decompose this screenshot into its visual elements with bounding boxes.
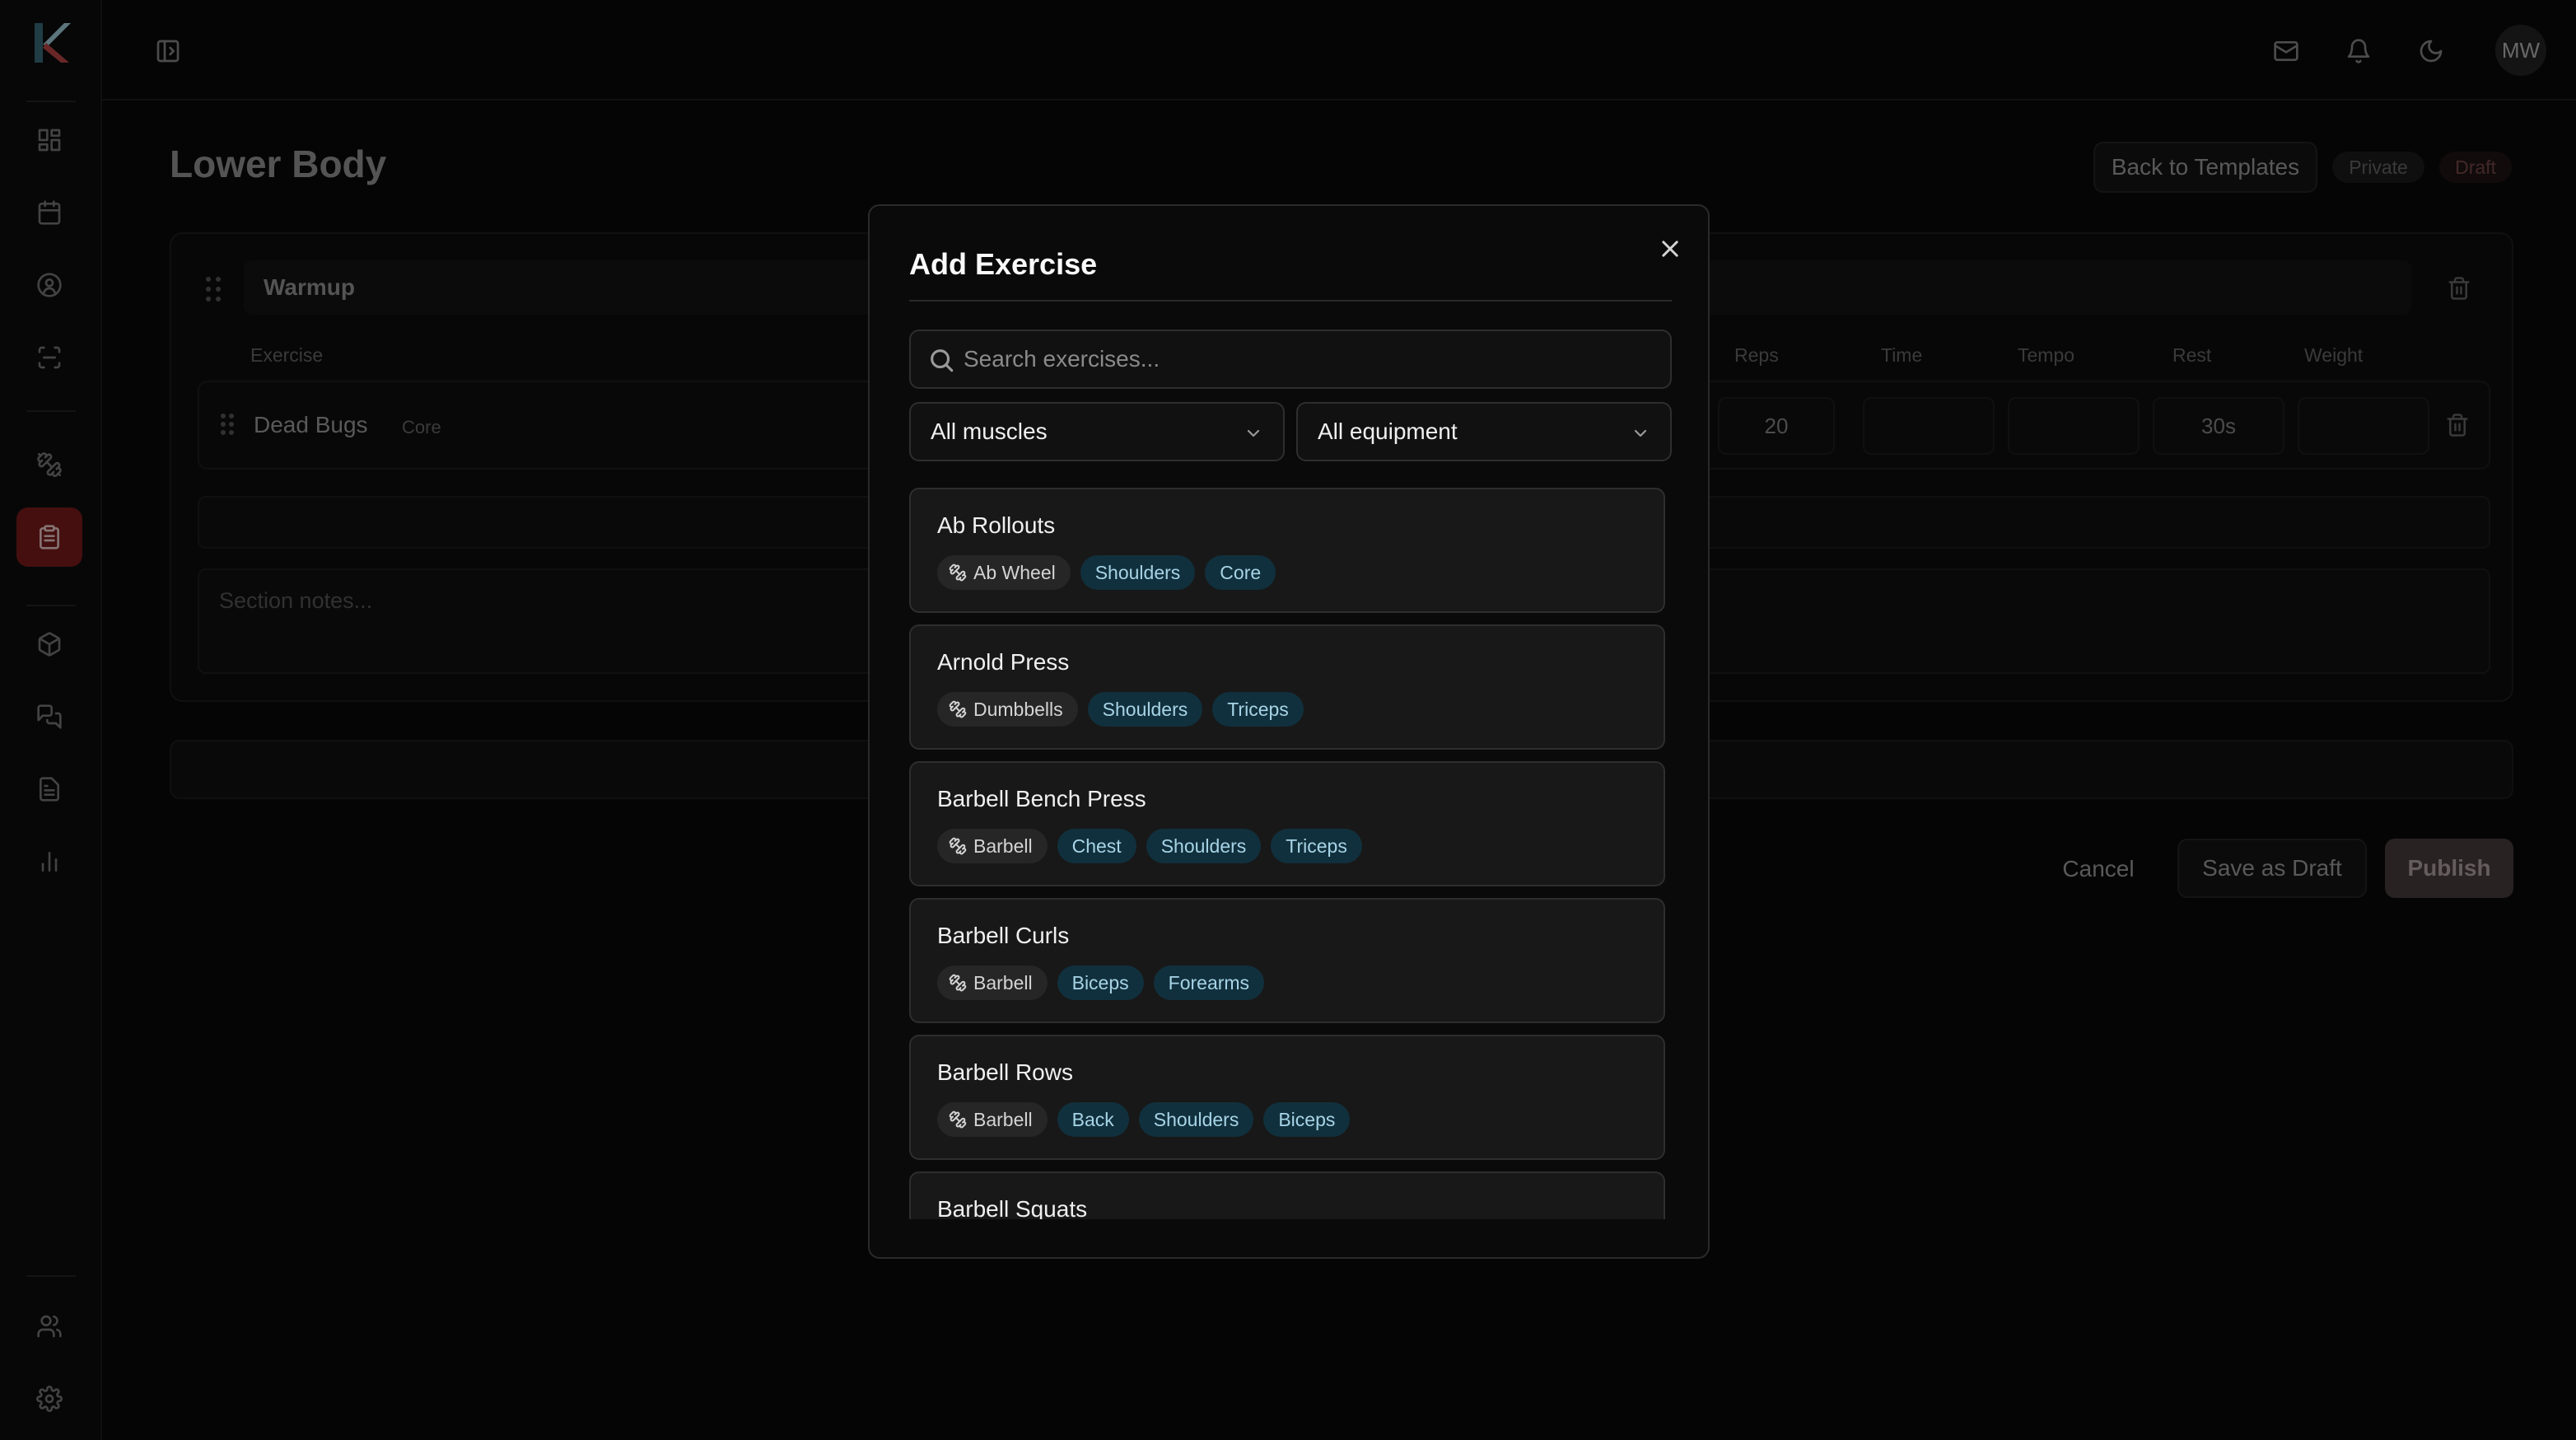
list-item[interactable]: Barbell Rows Barbell Back Shoulders Bice… [909,1035,1665,1160]
equipment-tag: Barbell [937,829,1048,863]
close-button[interactable] [1652,231,1688,267]
muscle-tag: Chest [1057,829,1136,863]
muscle-filter-select[interactable]: All muscles [909,402,1285,461]
muscle-tag: Back [1057,1102,1129,1137]
dumbbell-icon [949,700,967,718]
list-item[interactable]: Arnold Press Dumbbells Shoulders Triceps [909,624,1665,750]
exercise-list[interactable]: Ab Rollouts Ab Wheel Shoulders Core Arno… [909,488,1667,1219]
muscle-tag: Shoulders [1087,692,1203,727]
muscle-tag: Triceps [1212,692,1304,727]
search-input[interactable] [964,331,1655,387]
list-item[interactable]: Barbell Curls Barbell Biceps Forearms [909,898,1665,1023]
chevron-down-icon [1247,429,1260,437]
dialog-title: Add Exercise [909,247,1098,281]
exercise-name: Ab Rollouts [937,512,1056,538]
exercise-tags: Barbell Chest Shoulders Triceps [937,829,1362,863]
muscle-tag: Triceps [1271,829,1362,863]
add-exercise-dialog: Add Exercise All muscles All equipment A… [868,204,1710,1259]
equipment-tag: Barbell [937,1102,1048,1137]
muscle-tag: Shoulders [1138,1102,1254,1137]
exercise-tags: Barbell Back Shoulders Biceps [937,1102,1351,1137]
muscle-tag: Biceps [1057,965,1144,1000]
exercise-tags: Dumbbells Shoulders Triceps [937,692,1304,727]
exercise-name: Barbell Curls [937,923,1070,948]
dumbbell-icon [949,974,967,992]
search-icon [931,349,954,372]
list-item[interactable]: Barbell Bench Press Barbell Chest Should… [909,761,1665,886]
exercise-tags: Ab Wheel Shoulders Core [937,555,1276,590]
chevron-down-icon [1634,429,1647,437]
equipment-filter-value: All equipment [1318,418,1458,444]
muscle-tag: Shoulders [1146,829,1262,863]
exercise-name: Barbell Squats [937,1196,1088,1219]
exercise-name: Barbell Rows [937,1059,1073,1085]
muscle-tag: Core [1205,555,1276,590]
muscle-tag: Shoulders [1080,555,1196,590]
exercise-tags: Barbell Biceps Forearms [937,965,1265,1000]
muscle-tag: Biceps [1263,1102,1351,1137]
equipment-filter-select[interactable]: All equipment [1296,402,1672,461]
equipment-tag: Dumbbells [937,692,1078,727]
search-field[interactable] [909,330,1672,389]
exercise-name: Arnold Press [937,649,1070,675]
dumbbell-icon [949,1110,967,1129]
exercise-name: Barbell Bench Press [937,786,1146,811]
muscle-filter-value: All muscles [931,418,1048,444]
close-icon [1662,241,1678,257]
muscle-tag: Forearms [1153,965,1265,1000]
list-item[interactable]: Ab Rollouts Ab Wheel Shoulders Core [909,488,1665,613]
equipment-tag: Ab Wheel [937,555,1071,590]
dumbbell-icon [949,563,967,582]
equipment-tag: Barbell [937,965,1048,1000]
dumbbell-icon [949,837,967,855]
list-item[interactable]: Barbell Squats [909,1171,1665,1219]
dialog-divider [909,300,1672,302]
